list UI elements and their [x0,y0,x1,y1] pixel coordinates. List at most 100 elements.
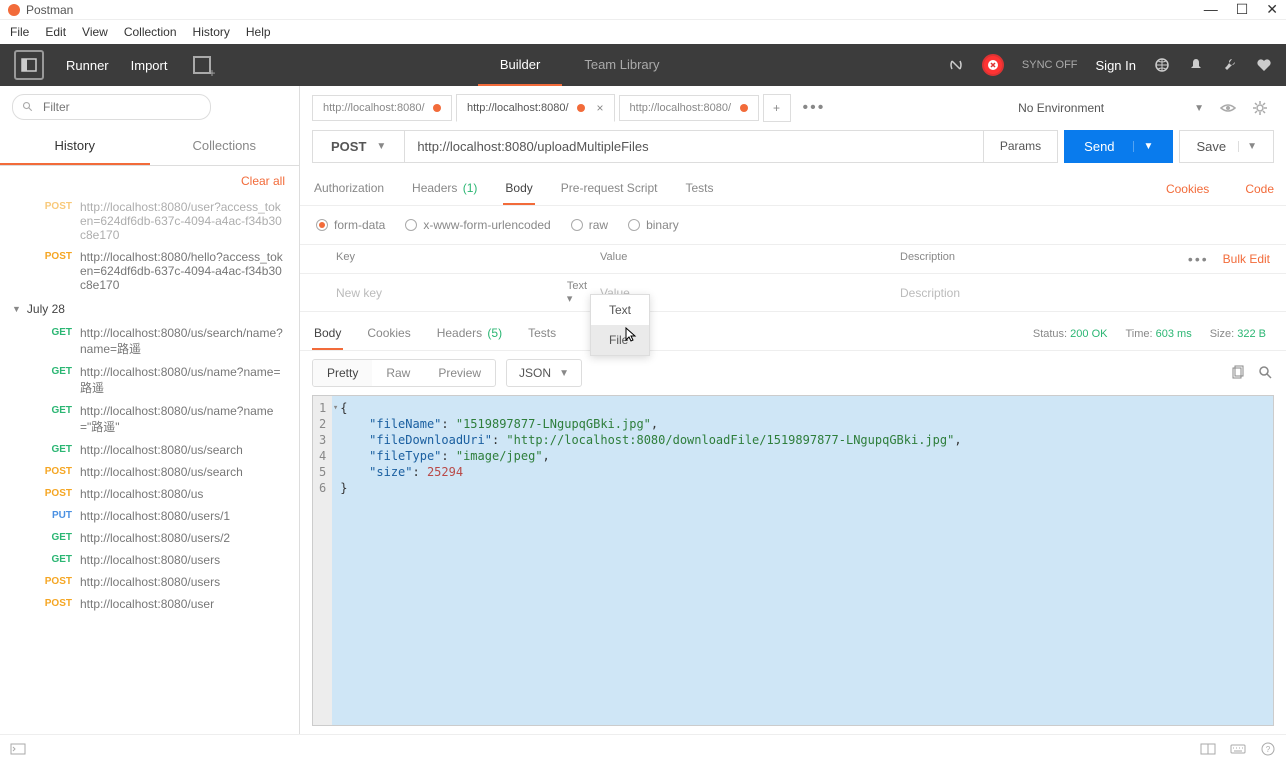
send-button[interactable]: Send ▼ [1064,130,1173,163]
history-item[interactable]: POST http://localhost:8080/user?access_t… [8,196,291,246]
dirty-indicator-icon [577,104,585,112]
menu-edit[interactable]: Edit [45,25,66,39]
history-list[interactable]: POST http://localhost:8080/user?access_t… [0,196,299,734]
sync-status-icon[interactable] [982,54,1004,76]
fmt-preview[interactable]: Preview [424,360,495,386]
column-options-icon[interactable]: ••• [1188,251,1209,267]
content-area: http://localhost:8080/ http://localhost:… [300,86,1286,734]
code-link[interactable]: Code [1245,182,1274,196]
radio-icon [316,219,328,231]
tab-tests[interactable]: Tests [683,173,715,205]
environment-selector[interactable]: No Environment ▼ [1012,100,1274,116]
filter-input[interactable] [12,94,211,120]
runner-button[interactable]: Runner [66,58,109,73]
help-icon[interactable]: ? [1260,741,1276,757]
keyboard-icon[interactable] [1230,741,1246,757]
chevron-down-icon[interactable]: ▼ [1238,141,1257,152]
history-url: http://localhost:8080/us/search [80,443,243,457]
satellite-icon[interactable] [948,57,964,73]
history-item[interactable]: GEThttp://localhost:8080/us/search/name?… [8,322,291,361]
history-item[interactable]: GEThttp://localhost:8080/users [8,549,291,571]
description-input[interactable]: Description [900,286,1286,300]
chevron-down-icon: ▼ [559,368,569,379]
fmt-pretty[interactable]: Pretty [313,360,372,386]
tab-body[interactable]: Body [503,173,534,205]
history-item[interactable]: POSThttp://localhost:8080/us [8,483,291,505]
resp-tab-body[interactable]: Body [312,318,343,350]
chevron-down-icon: ▼ [1194,103,1204,114]
wrench-icon[interactable] [1222,57,1238,73]
bell-icon[interactable] [1188,57,1204,73]
new-tab-button[interactable] [193,56,211,74]
close-tab-icon[interactable]: × [597,101,604,115]
history-date-group[interactable]: ▼ July 28 [8,296,291,322]
menu-collection[interactable]: Collection [124,25,177,39]
two-pane-icon[interactable] [1200,741,1216,757]
resp-tab-cookies[interactable]: Cookies [365,318,412,350]
builder-tab[interactable]: Builder [478,44,562,86]
console-icon[interactable] [10,741,26,757]
format-select[interactable]: JSON ▼ [506,359,582,387]
params-button[interactable]: Params [984,130,1058,163]
globe-icon[interactable] [1154,57,1170,73]
radio-binary[interactable]: binary [628,218,679,232]
copy-icon[interactable] [1230,365,1246,381]
history-item[interactable]: POSThttp://localhost:8080/user [8,593,291,615]
sign-in-button[interactable]: Sign In [1096,58,1136,73]
dropdown-item-text[interactable]: Text [591,295,649,325]
menu-file[interactable]: File [10,25,29,39]
tab-headers[interactable]: Headers (1) [410,173,479,205]
history-item[interactable]: POSThttp://localhost:8080/users [8,571,291,593]
save-button[interactable]: Save ▼ [1179,130,1274,163]
history-tab[interactable]: History [0,128,150,165]
resp-tab-tests[interactable]: Tests [526,318,558,350]
gear-icon[interactable] [1252,100,1268,116]
chevron-down-icon[interactable]: ▼ [1133,141,1154,152]
radio-urlencoded[interactable]: x-www-form-urlencoded [405,218,550,232]
menu-help[interactable]: Help [246,25,271,39]
radio-icon [628,219,640,231]
sidebar-icon [21,57,37,73]
add-request-tab[interactable]: + [763,94,791,122]
radio-form-data[interactable]: form-data [316,218,385,232]
tab-authorization[interactable]: Authorization [312,173,386,205]
history-item[interactable]: GEThttp://localhost:8080/us/search [8,439,291,461]
heart-icon[interactable] [1256,57,1272,73]
history-item[interactable]: GEThttp://localhost:8080/users/2 [8,527,291,549]
request-tab[interactable]: http://localhost:8080/ [312,95,452,121]
history-item[interactable]: POSThttp://localhost:8080/us/search [8,461,291,483]
method-select[interactable]: POST ▼ [312,130,404,163]
history-url: http://localhost:8080/users/1 [80,509,230,523]
radio-raw[interactable]: raw [571,218,608,232]
history-url: http://localhost:8080/hello?access_token… [80,250,287,292]
response-body[interactable]: 1 2 3 4 5 6 { "fileName": "1519897877-LN… [312,395,1274,726]
history-item[interactable]: GEThttp://localhost:8080/us/name?name=路遥 [8,361,291,400]
toggle-sidebar-button[interactable] [14,50,44,80]
eye-icon[interactable] [1220,100,1236,116]
bulk-edit-link[interactable]: Bulk Edit [1223,252,1270,266]
close-button[interactable]: ✕ [1266,1,1278,18]
fmt-raw[interactable]: Raw [372,360,424,386]
history-item[interactable]: POST http://localhost:8080/hello?access_… [8,246,291,296]
url-input[interactable] [404,130,984,163]
search-response-icon[interactable] [1258,365,1274,381]
key-type-select[interactable]: Text ▾ [567,280,592,305]
team-library-tab[interactable]: Team Library [562,44,681,86]
maximize-button[interactable]: ☐ [1236,1,1249,18]
request-tab[interactable]: http://localhost:8080/ × [456,94,615,122]
history-item[interactable]: GEThttp://localhost:8080/us/name?name="路… [8,400,291,439]
method-label: GET [32,553,72,565]
request-tab[interactable]: http://localhost:8080/ [619,95,759,121]
cookies-link[interactable]: Cookies [1166,182,1209,196]
key-input[interactable]: New key [300,286,567,300]
history-item[interactable]: PUThttp://localhost:8080/users/1 [8,505,291,527]
tab-overflow-menu[interactable]: ••• [795,99,834,117]
clear-all-link[interactable]: Clear all [241,174,285,188]
minimize-button[interactable]: — [1204,1,1218,18]
collections-tab[interactable]: Collections [150,128,300,165]
resp-tab-headers[interactable]: Headers (5) [435,318,504,350]
import-button[interactable]: Import [131,58,168,73]
tab-prerequest[interactable]: Pre-request Script [559,173,660,205]
menu-history[interactable]: History [193,25,230,39]
menu-view[interactable]: View [82,25,108,39]
